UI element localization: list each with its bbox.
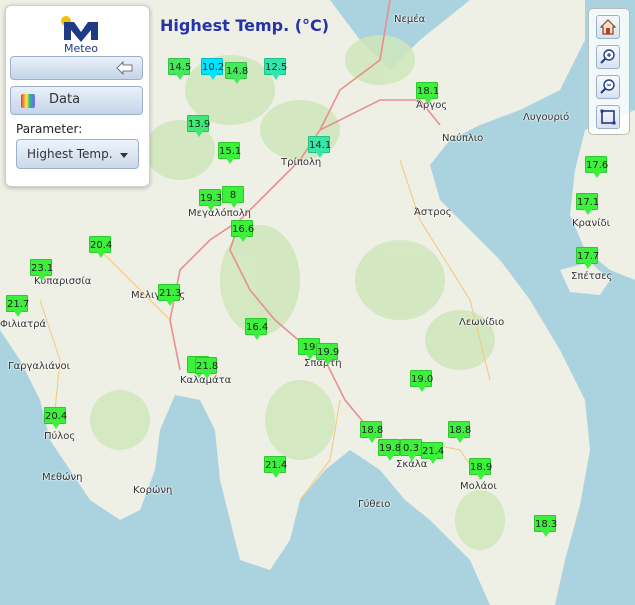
zoom-out-icon <box>600 79 615 94</box>
station-marker[interactable]: 23.1 <box>30 259 53 281</box>
station-marker[interactable]: 19.0 <box>410 370 433 392</box>
place-label: Τρίπολη <box>281 157 322 168</box>
collapse-arrow-icon <box>116 61 133 75</box>
station-marker[interactable]: 20.4 <box>44 407 67 429</box>
place-label: Σπέτσες <box>571 271 613 282</box>
place-label: Κρανίδι <box>572 218 610 229</box>
palette-icon <box>21 94 35 108</box>
data-button-label: Data <box>49 92 81 107</box>
station-marker[interactable]: 18.1 <box>416 82 439 104</box>
station-marker[interactable]: 21.4 <box>264 456 287 478</box>
zoom-in-button[interactable] <box>596 45 620 69</box>
station-marker[interactable]: 20.4 <box>89 236 112 258</box>
place-label: Κορώνη <box>133 485 173 496</box>
place-label: Άστρος <box>414 207 452 218</box>
station-marker[interactable]: 16.4 <box>245 318 268 340</box>
station-marker[interactable]: 14.8 <box>225 62 248 84</box>
station-marker[interactable]: 13.9 <box>187 115 210 137</box>
place-label: Γύθειο <box>358 499 391 510</box>
station-marker[interactable]: 21.4 <box>421 442 444 464</box>
meteo-logo-icon <box>61 16 98 42</box>
chevron-down-icon <box>120 153 128 158</box>
station-marker[interactable]: 21.8 <box>195 357 218 379</box>
station-marker[interactable]: 21.3 <box>158 284 181 306</box>
station-marker[interactable]: 19.9 <box>316 343 339 365</box>
station-marker[interactable]: 17.7 <box>576 247 599 269</box>
place-label: Μεθώνη <box>42 472 83 483</box>
meteo-logo: Meteo <box>56 12 106 55</box>
place-label: Λυγουριό <box>523 112 570 123</box>
parameter-select-value: Highest Temp. <box>27 147 113 161</box>
place-label: Μεγαλόπολη <box>188 208 251 219</box>
place-label: Ναύπλιο <box>442 133 484 144</box>
place-label: Πύλος <box>44 431 76 442</box>
home-icon <box>599 19 617 35</box>
zoom-in-icon <box>600 49 615 64</box>
place-label: Γαργαλιάνοι <box>8 361 71 372</box>
station-marker[interactable]: 14.1 <box>308 136 331 158</box>
map-title: Highest Temp. (°C) <box>160 16 330 35</box>
parameter-select[interactable]: Highest Temp. <box>16 139 139 169</box>
station-marker[interactable]: 0.3 <box>400 439 422 461</box>
zoom-extent-button[interactable] <box>596 105 620 129</box>
station-marker[interactable]: 14.5 <box>168 58 191 80</box>
place-label: Φιλιατρά <box>0 319 47 330</box>
place-label: Νεμέα <box>394 14 426 25</box>
station-marker[interactable]: 19.8 <box>378 439 401 461</box>
station-marker[interactable]: 17.6 <box>585 156 608 178</box>
station-marker[interactable]: 21.7 <box>6 295 29 317</box>
zoom-out-button[interactable] <box>596 75 620 99</box>
station-marker[interactable]: 18.8 <box>448 421 471 443</box>
extent-icon <box>600 109 616 125</box>
station-marker[interactable]: 15.1 <box>218 142 241 164</box>
map-toolbar <box>588 8 630 135</box>
place-label: Λεωνίδιο <box>459 317 505 328</box>
station-marker[interactable]: 18.8 <box>360 421 383 443</box>
home-button[interactable] <box>596 15 620 39</box>
place-label: Μολάοι <box>460 481 497 492</box>
station-marker[interactable]: 16.6 <box>231 220 254 242</box>
station-marker[interactable]: 18.9 <box>469 458 492 480</box>
data-button[interactable]: Data <box>10 86 143 115</box>
station-marker[interactable]: 17.1 <box>576 193 599 215</box>
station-marker[interactable]: 19.3 <box>199 189 222 211</box>
control-panel: Meteo Data Parameter: Highest Temp. <box>5 5 150 187</box>
station-marker[interactable]: 18.3 <box>534 515 557 537</box>
collapse-bar[interactable] <box>10 56 143 80</box>
parameter-label: Parameter: <box>16 122 83 136</box>
station-marker[interactable]: 10.2 <box>201 58 224 80</box>
station-marker[interactable]: 8 <box>222 186 244 208</box>
logo-text: Meteo <box>63 42 99 55</box>
station-marker[interactable]: 12.5 <box>264 58 287 80</box>
